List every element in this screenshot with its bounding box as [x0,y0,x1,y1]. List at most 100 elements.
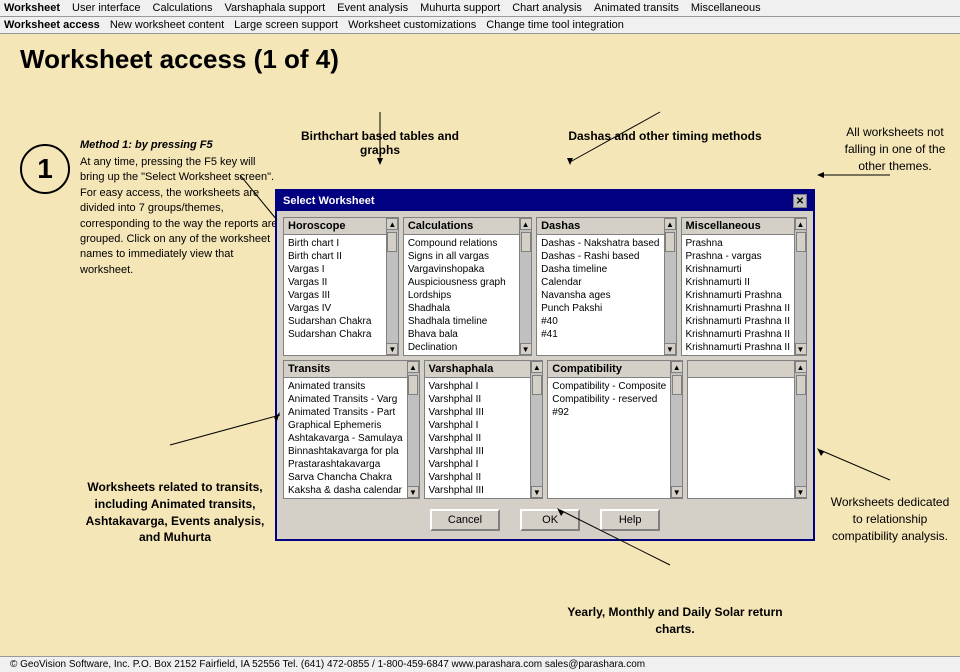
list-item[interactable]: Birth chart II [286,250,384,263]
scroll-up[interactable]: ▲ [671,361,683,373]
scroll-thumb[interactable] [521,232,531,252]
panel-compatibility-list[interactable]: Compatibility - Composite Compatibility … [548,378,670,498]
list-item[interactable]: Prashna - vargas [684,250,793,263]
scroll-thumb[interactable] [408,375,418,395]
list-item[interactable]: Krishnamurti Prashna II [684,302,793,315]
menu-worksheet[interactable]: Worksheet [4,2,60,14]
list-item[interactable]: Prashna [684,237,793,250]
list-item[interactable]: Calendar [539,276,661,289]
submenu-worksheet-access[interactable]: Worksheet access [4,19,100,31]
scroll-thumb[interactable] [532,375,542,395]
scrollbar[interactable]: ▲ ▼ [664,218,676,355]
scroll-down[interactable]: ▼ [407,486,419,498]
panel-dashas-list[interactable]: Dashas - Nakshatra based Dashas - Rashi … [537,235,663,355]
list-item[interactable]: Vargas III [286,289,384,302]
list-item[interactable]: Krishnamurti Prashna II [684,328,793,341]
list-item[interactable]: #41 [539,328,661,341]
list-item[interactable]: Sudarshan Chakra [286,315,384,328]
submenu-large-screen[interactable]: Large screen support [234,19,338,31]
menu-miscellaneous[interactable]: Miscellaneous [691,2,761,14]
list-item[interactable]: Krishnamurti [684,263,793,276]
list-item[interactable]: Animated Transits - Part [286,406,405,419]
scroll-thumb[interactable] [796,375,806,395]
ok-button[interactable]: OK [520,509,580,531]
list-item[interactable]: Varshphal I [427,419,529,432]
scroll-down[interactable]: ▼ [795,486,807,498]
scroll-thumb[interactable] [387,232,397,252]
list-item[interactable]: Bhava bala [406,328,517,341]
menu-calculations[interactable]: Calculations [153,2,213,14]
panel-transits-list[interactable]: Animated transits Animated Transits - Va… [284,378,407,498]
scrollbar[interactable]: ▲ ▼ [519,218,531,355]
list-item[interactable]: Punch Pakshi [539,302,661,315]
list-item[interactable]: Vargavinshopaka [406,263,517,276]
scrollbar[interactable]: ▲ ▼ [794,218,806,355]
help-button[interactable]: Help [600,509,660,531]
scroll-down[interactable]: ▼ [795,343,807,355]
scroll-up[interactable]: ▲ [664,218,676,230]
scroll-up[interactable]: ▲ [531,361,543,373]
scrollbar[interactable]: ▲ ▼ [670,361,682,498]
scroll-up[interactable]: ▲ [795,218,807,230]
cancel-button[interactable]: Cancel [430,509,500,531]
list-item[interactable]: Compound relations [406,237,517,250]
list-item[interactable]: Interpreting Grahas [406,354,517,355]
menu-animated-transits[interactable]: Animated transits [594,2,679,14]
list-item[interactable]: Varshphal I [427,458,529,471]
panel-misc-list[interactable]: Prashna Prashna - vargas Krishnamurti Kr… [682,235,795,355]
submenu-change-time[interactable]: Change time tool integration [486,19,624,31]
list-item[interactable]: Graphical Ephemeris [286,419,405,432]
list-item[interactable]: Varshphal I [427,380,529,393]
list-item[interactable]: Varshphal II [427,393,529,406]
list-item[interactable]: Prastarashtakavarga [286,458,405,471]
menu-event-analysis[interactable]: Event analysis [337,2,408,14]
list-item[interactable]: Shadhala [406,302,517,315]
scroll-up[interactable]: ▲ [407,361,419,373]
list-item[interactable]: Kaksha & dasha calendar [286,484,405,497]
panel-calculations-list[interactable]: Compound relations Signs in all vargas V… [404,235,519,355]
menu-varshaphala[interactable]: Varshaphala support [224,2,325,14]
menu-chart-analysis[interactable]: Chart analysis [512,2,582,14]
list-item[interactable]: Binnashtakavarga for pla [286,445,405,458]
list-item[interactable]: Varshphal II [427,471,529,484]
list-item[interactable]: Animated transits [286,380,405,393]
list-item[interactable]: #92 [550,406,668,419]
list-item[interactable]: Vargas II [286,276,384,289]
list-item[interactable]: Varshphal III [427,406,529,419]
close-button[interactable]: ✕ [793,194,807,208]
list-item[interactable]: Dashas - Rashi based [539,250,661,263]
submenu-new-worksheet[interactable]: New worksheet content [110,19,224,31]
list-item[interactable]: Compatibility - reserved [550,393,668,406]
scroll-down[interactable]: ▼ [531,486,543,498]
list-item[interactable]: Sarva Chancha Chakra [286,471,405,484]
scroll-up[interactable]: ▲ [520,218,532,230]
list-item[interactable]: Varshphal III [427,445,529,458]
scrollbar[interactable]: ▲ ▼ [407,361,419,498]
list-item[interactable]: Vargas IV [286,302,384,315]
list-item[interactable]: Auspiciousness graph [406,276,517,289]
scroll-thumb[interactable] [672,375,682,395]
scrollbar[interactable]: ▲ ▼ [386,218,398,355]
list-item[interactable]: Varshphal III [427,484,529,497]
list-item[interactable]: Animated Transits - Varg [286,393,405,406]
list-item[interactable]: Declination [406,341,517,354]
scroll-thumb[interactable] [796,232,806,252]
list-item[interactable]: Krishnamurti Prashna II [684,315,793,328]
list-item[interactable]: Dashas - Nakshatra based [539,237,661,250]
list-item[interactable]: Lordships [406,289,517,302]
scroll-down[interactable]: ▼ [664,343,676,355]
list-item[interactable]: Ashtakavarga - Samulaya [286,432,405,445]
list-item[interactable]: Signs in all vargas [406,250,517,263]
list-item[interactable]: Dasha timeline [539,263,661,276]
list-item[interactable]: Malefic transit calendar [286,497,405,498]
scroll-up[interactable]: ▲ [386,218,398,230]
scrollbar[interactable]: ▲ ▼ [530,361,542,498]
submenu-customizations[interactable]: Worksheet customizations [348,19,476,31]
scroll-thumb[interactable] [665,232,675,252]
scrollbar[interactable]: ▲ ▼ [794,361,806,498]
list-item[interactable]: Compatibility - Composite [550,380,668,393]
list-item[interactable]: Krishnamurti Prashna [684,289,793,302]
list-item[interactable]: Birth chart I [286,237,384,250]
list-item[interactable]: Sudarshan Chakra [286,328,384,341]
scroll-down[interactable]: ▼ [520,343,532,355]
